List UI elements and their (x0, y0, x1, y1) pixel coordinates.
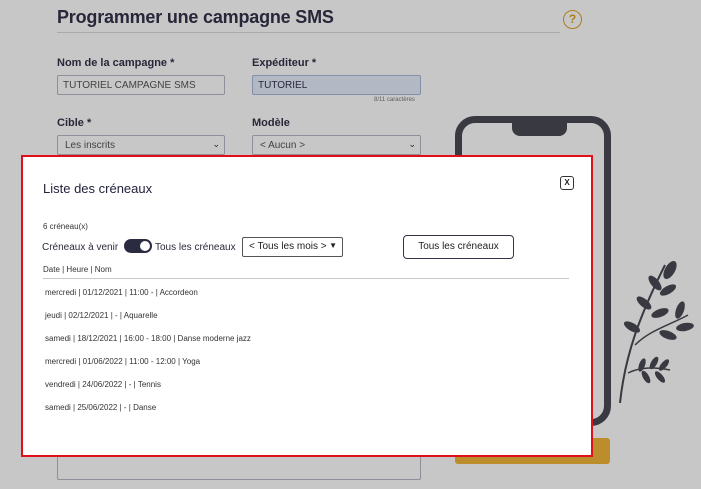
all-slots-button[interactable]: Tous les créneaux (403, 235, 514, 259)
month-select[interactable]: < Tous les mois > ▼ (242, 237, 343, 257)
slot-row[interactable]: vendredi | 24/06/2022 | - | Tennis (45, 380, 161, 389)
modal-title: Liste des créneaux (43, 181, 153, 196)
slot-row[interactable]: mercredi | 01/06/2022 | 11:00 - 12:00 | … (45, 357, 200, 366)
chevron-down-icon: ▼ (329, 241, 337, 250)
toggle-knob (140, 241, 150, 251)
slot-row[interactable]: samedi | 25/06/2022 | - | Danse (45, 403, 156, 412)
month-select-value: < Tous les mois > (249, 241, 327, 252)
header-divider (43, 278, 569, 279)
slot-count: 6 créneau(x) (43, 222, 88, 231)
upcoming-slots-label: Créneaux à venir (42, 242, 119, 253)
slots-modal: Liste des créneaux X 6 créneau(x) Crénea… (21, 155, 593, 457)
all-slots-label: Tous les créneaux (155, 242, 236, 253)
slot-row[interactable]: samedi | 18/12/2021 | 16:00 - 18:00 | Da… (45, 334, 251, 343)
column-header: Date | Heure | Nom (43, 265, 112, 274)
slot-row[interactable]: mercredi | 01/12/2021 | 11:00 - | Accord… (45, 288, 198, 297)
close-button[interactable]: X (560, 176, 574, 190)
upcoming-all-toggle[interactable] (124, 239, 152, 253)
slot-row[interactable]: jeudi | 02/12/2021 | - | Aquarelle (45, 311, 158, 320)
